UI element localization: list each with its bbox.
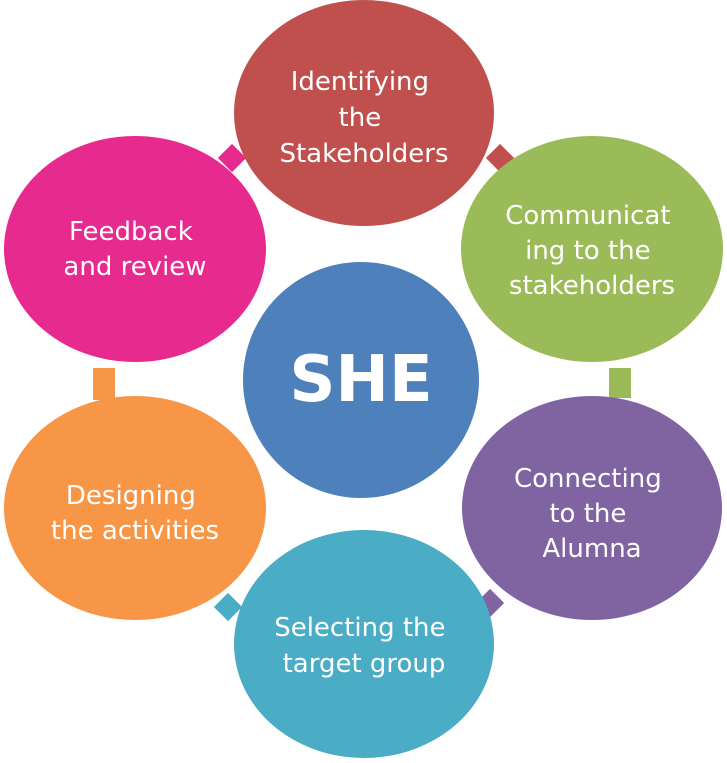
connector-designing-feedback xyxy=(93,368,115,400)
step-label-line: Connecting xyxy=(514,464,662,494)
step-identifying-stakeholders: Identifying the Stakeholders xyxy=(234,0,494,226)
connector-communicating-connecting xyxy=(609,368,631,398)
step-label-line: to the xyxy=(549,499,626,529)
step-label-line: ing to the xyxy=(525,236,651,266)
step-label-line: and review xyxy=(63,252,206,282)
step-label-line: Selecting the xyxy=(274,613,445,643)
step-label-line: Identifying xyxy=(291,67,429,97)
step-label-line: stakeholders xyxy=(509,271,675,301)
center-label: SHE xyxy=(289,343,432,417)
step-label-line: the activities xyxy=(51,516,219,546)
step-circle xyxy=(234,530,494,758)
step-label-line: Designing xyxy=(66,481,196,511)
step-label-line: Alumna xyxy=(542,534,641,564)
step-connecting-alumna: Connecting to the Alumna xyxy=(462,396,722,620)
step-circle xyxy=(4,136,266,362)
step-label-line: Communicat xyxy=(505,201,670,231)
step-label-line: target group xyxy=(283,649,446,679)
step-designing-activities: Designing the activities xyxy=(4,396,266,620)
step-feedback-review: Feedback and review xyxy=(4,136,266,362)
step-selecting-target-group: Selecting the target group xyxy=(234,530,494,758)
step-label: Communicat ing to the stakeholders xyxy=(505,201,679,301)
step-label-line: the xyxy=(339,103,382,133)
she-cycle-diagram: SHE Identifying the Stakeholders Communi… xyxy=(4,0,723,758)
step-label-line: Stakeholders xyxy=(279,139,448,169)
step-label-line: Feedback xyxy=(69,217,193,247)
center-node: SHE xyxy=(243,262,479,498)
step-communicating-stakeholders: Communicat ing to the stakeholders xyxy=(461,136,723,362)
